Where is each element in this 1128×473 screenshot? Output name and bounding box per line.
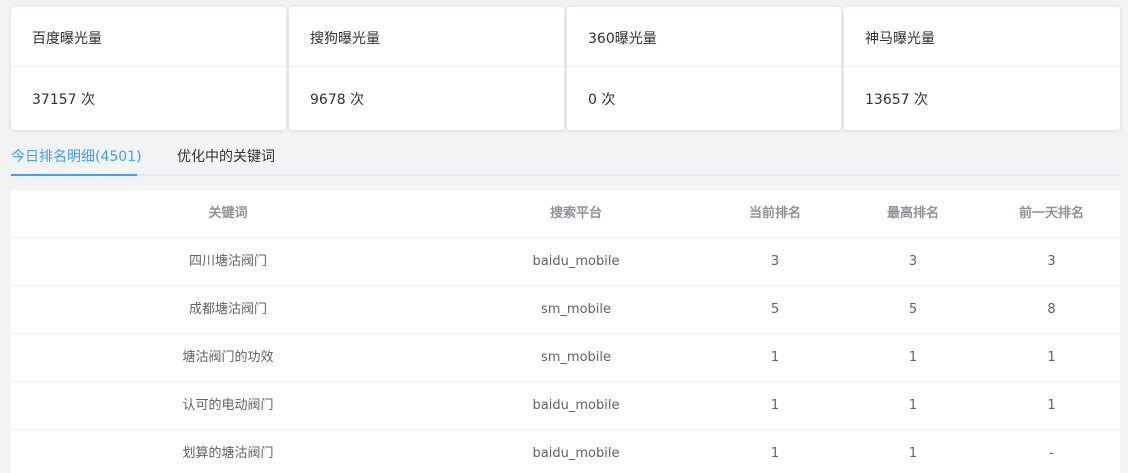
- cell-platform: sm_mobile: [540, 350, 612, 365]
- tab-active-indicator: [11, 174, 137, 176]
- tab-optimizing-keywords[interactable]: 优化中的关键词: [177, 147, 275, 167]
- stat-card-value: 37157 次: [32, 92, 95, 108]
- stat-card-value: 9678 次: [310, 92, 365, 108]
- cell-current-rank: 1: [770, 446, 780, 461]
- column-header-previous-day-rank: 前一天排名: [1018, 206, 1084, 221]
- tab-bar: 今日排名明细(4501) 优化中的关键词: [11, 142, 1120, 176]
- cell-best-rank: 1: [908, 398, 918, 413]
- table-row: 塘沽阀门的功效 sm_mobile 1 1 1: [11, 334, 1120, 382]
- table-header-row: 关键词 搜索平台 当前排名 最高排名 前一天排名: [11, 190, 1120, 238]
- cell-best-rank: 5: [908, 302, 918, 317]
- cell-previous-day-rank: 1: [1047, 350, 1056, 365]
- cell-previous-day-rank: -: [1049, 446, 1054, 461]
- table-row: 四川塘沽阀门 baidu_mobile 3 3 3: [11, 238, 1120, 286]
- cell-previous-day-rank: 3: [1047, 254, 1056, 269]
- column-header-keyword: 关键词: [208, 206, 248, 221]
- stat-card-title: 百度曝光量: [32, 31, 102, 47]
- stat-card-360: 360曝光量 0 次: [567, 7, 841, 130]
- stat-card-baidu: 百度曝光量 37157 次: [11, 7, 286, 130]
- stat-card-sogou: 搜狗曝光量 9678 次: [289, 7, 564, 130]
- stat-card-divider: [844, 66, 1120, 67]
- cell-keyword: 塘沽阀门的功效: [182, 350, 274, 365]
- stat-card-title: 神马曝光量: [865, 31, 935, 47]
- cell-current-rank: 1: [770, 398, 780, 413]
- column-header-current-rank: 当前排名: [748, 206, 801, 221]
- cell-best-rank: 1: [908, 350, 918, 365]
- cell-keyword: 四川塘沽阀门: [188, 254, 267, 269]
- cell-platform: baidu_mobile: [532, 254, 620, 269]
- ranking-table: 关键词 搜索平台 当前排名 最高排名 前一天排名 四川塘沽阀门 baidu_mo…: [11, 190, 1120, 473]
- cell-current-rank: 1: [770, 350, 780, 365]
- stat-card-value: 13657 次: [865, 92, 928, 108]
- cell-current-rank: 5: [770, 302, 780, 317]
- stat-card-value: 0 次: [588, 92, 616, 108]
- dashboard-page: 百度曝光量 37157 次 搜狗曝光量 9678 次 360曝光量 0 次 神马…: [0, 0, 1128, 473]
- table-row: 认可的电动阀门 baidu_mobile 1 1 1: [11, 382, 1120, 430]
- column-header-best-rank: 最高排名: [886, 206, 939, 221]
- tab-today-ranking[interactable]: 今日排名明细(4501): [11, 147, 142, 167]
- table-row: 划算的塘沽阀门 baidu_mobile 1 1 -: [11, 430, 1120, 473]
- cell-previous-day-rank: 8: [1047, 302, 1056, 317]
- cell-keyword: 划算的塘沽阀门: [182, 446, 274, 461]
- cell-keyword: 认可的电动阀门: [182, 398, 274, 413]
- cell-previous-day-rank: 1: [1047, 398, 1056, 413]
- cell-platform: baidu_mobile: [532, 446, 620, 461]
- column-header-platform: 搜索平台: [549, 206, 602, 221]
- cell-platform: baidu_mobile: [532, 398, 620, 413]
- stat-card-shenma: 神马曝光量 13657 次: [844, 7, 1120, 130]
- stat-cards: 百度曝光量 37157 次 搜狗曝光量 9678 次 360曝光量 0 次 神马…: [11, 7, 1120, 130]
- stat-card-divider: [567, 66, 841, 67]
- stat-card-title: 360曝光量: [588, 31, 657, 47]
- cell-best-rank: 1: [908, 446, 918, 461]
- stat-card-divider: [11, 66, 286, 67]
- tab-baseline: [11, 174, 1120, 176]
- cell-current-rank: 3: [770, 254, 780, 269]
- cell-best-rank: 3: [908, 254, 918, 269]
- table-row: 成都塘沽阀门 sm_mobile 5 5 8: [11, 286, 1120, 334]
- cell-platform: sm_mobile: [540, 302, 612, 317]
- stat-card-divider: [289, 66, 564, 67]
- cell-keyword: 成都塘沽阀门: [188, 302, 267, 317]
- stat-card-title: 搜狗曝光量: [310, 31, 380, 47]
